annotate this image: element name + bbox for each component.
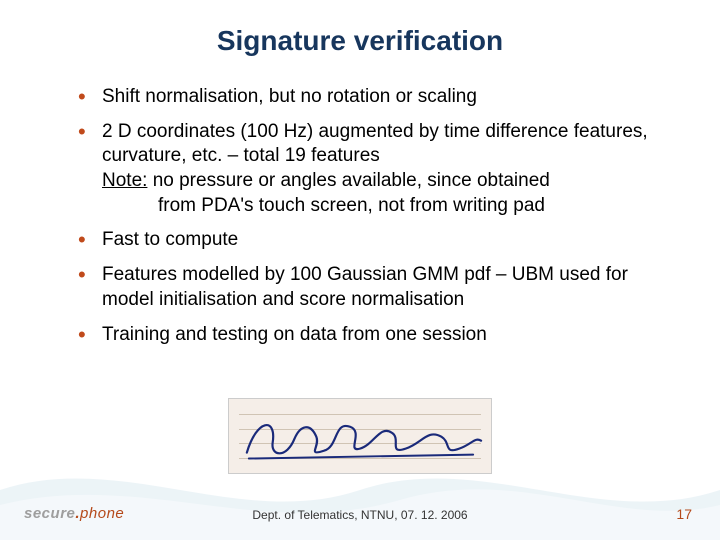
bullet-list: Shift normalisation, but no rotation or … [50,85,670,347]
signature-stroke [229,399,491,474]
note-text-line1: no pressure or angles available, since o… [147,170,549,191]
slide-footer: secure.phone Dept. of Telematics, NTNU, … [0,498,720,528]
bullet-item: Fast to compute [78,228,670,253]
bullet-item: Training and testing on data from one se… [78,323,670,348]
page-number: 17 [676,506,692,522]
slide-title: Signature verification [50,25,670,57]
bullet-text: Shift normalisation, but no rotation or … [102,86,477,107]
note-label: Note: [102,170,147,191]
signature-image [228,398,492,474]
bullet-text: Fast to compute [102,229,238,250]
bullet-note: Note: no pressure or angles available, s… [102,169,670,194]
bullet-item: Shift normalisation, but no rotation or … [78,85,670,110]
footer-text: Dept. of Telematics, NTNU, 07. 12. 2006 [0,508,720,522]
bullet-text: Training and testing on data from one se… [102,324,487,345]
bullet-item: 2 D coordinates (100 Hz) augmented by ti… [78,120,670,219]
bullet-item: Features modelled by 100 Gaussian GMM pd… [78,263,670,312]
note-text-line2: from PDA's touch screen, not from writin… [102,194,670,219]
bullet-text: Features modelled by 100 Gaussian GMM pd… [102,264,628,310]
bullet-text: 2 D coordinates (100 Hz) augmented by ti… [102,121,648,167]
slide: Signature verification Shift normalisati… [0,0,720,540]
